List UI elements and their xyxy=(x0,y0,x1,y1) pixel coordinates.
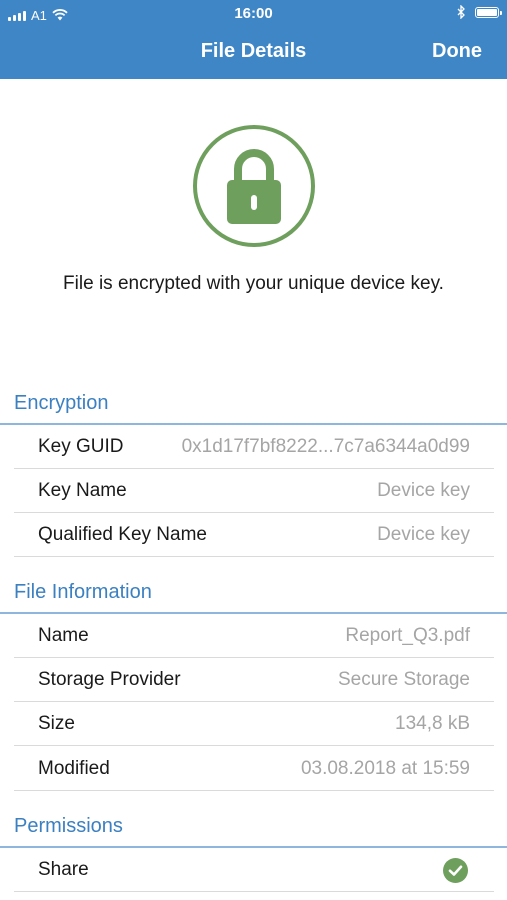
status-right xyxy=(457,5,502,19)
section-header-permissions: Permissions xyxy=(14,815,123,837)
row-value: Device key xyxy=(377,524,470,545)
battery-icon xyxy=(475,6,502,18)
row-share: Share xyxy=(14,848,494,892)
row-key-guid: Key GUID 0x1d17f7bf8222...7c7a6344a0d99 xyxy=(14,425,494,469)
row-label: Key Name xyxy=(38,480,127,501)
row-label: Name xyxy=(38,625,89,646)
row-label: Storage Provider xyxy=(38,669,181,690)
row-value: Report_Q3.pdf xyxy=(345,625,470,646)
row-storage-provider: Storage Provider Secure Storage xyxy=(14,658,494,702)
row-name: Name Report_Q3.pdf xyxy=(14,614,494,658)
row-value: 0x1d17f7bf8222...7c7a6344a0d99 xyxy=(181,436,470,457)
row-value: Secure Storage xyxy=(337,669,470,690)
row-label: Modified xyxy=(38,758,110,779)
status-time: 16:00 xyxy=(234,5,273,22)
page-title: File Details xyxy=(200,40,307,62)
encryption-message: File is encrypted with your unique devic… xyxy=(63,273,444,294)
row-qualified-key-name: Qualified Key Name Device key xyxy=(14,513,494,557)
navigation-bar: A1 16:00 File Details Done xyxy=(0,0,507,79)
row-value: 134,8 kB xyxy=(395,713,470,734)
row-label: Key GUID xyxy=(38,436,124,457)
row-value: Device key xyxy=(377,480,470,501)
bluetooth-icon xyxy=(457,5,465,19)
lock-icon xyxy=(192,124,316,248)
check-circle-icon xyxy=(443,858,468,883)
row-modified: Modified 03.08.2018 at 15:59 xyxy=(14,747,494,791)
done-button[interactable]: Done xyxy=(432,40,482,63)
section-header-file-information: File Information xyxy=(14,581,152,603)
row-value: 03.08.2018 at 15:59 xyxy=(300,758,470,779)
row-key-name: Key Name Device key xyxy=(14,469,494,513)
row-size: Size 134,8 kB xyxy=(14,702,494,746)
row-label: Size xyxy=(38,713,75,734)
row-label: Share xyxy=(38,859,89,880)
section-header-encryption: Encryption xyxy=(14,392,109,414)
row-label: Qualified Key Name xyxy=(38,524,207,545)
